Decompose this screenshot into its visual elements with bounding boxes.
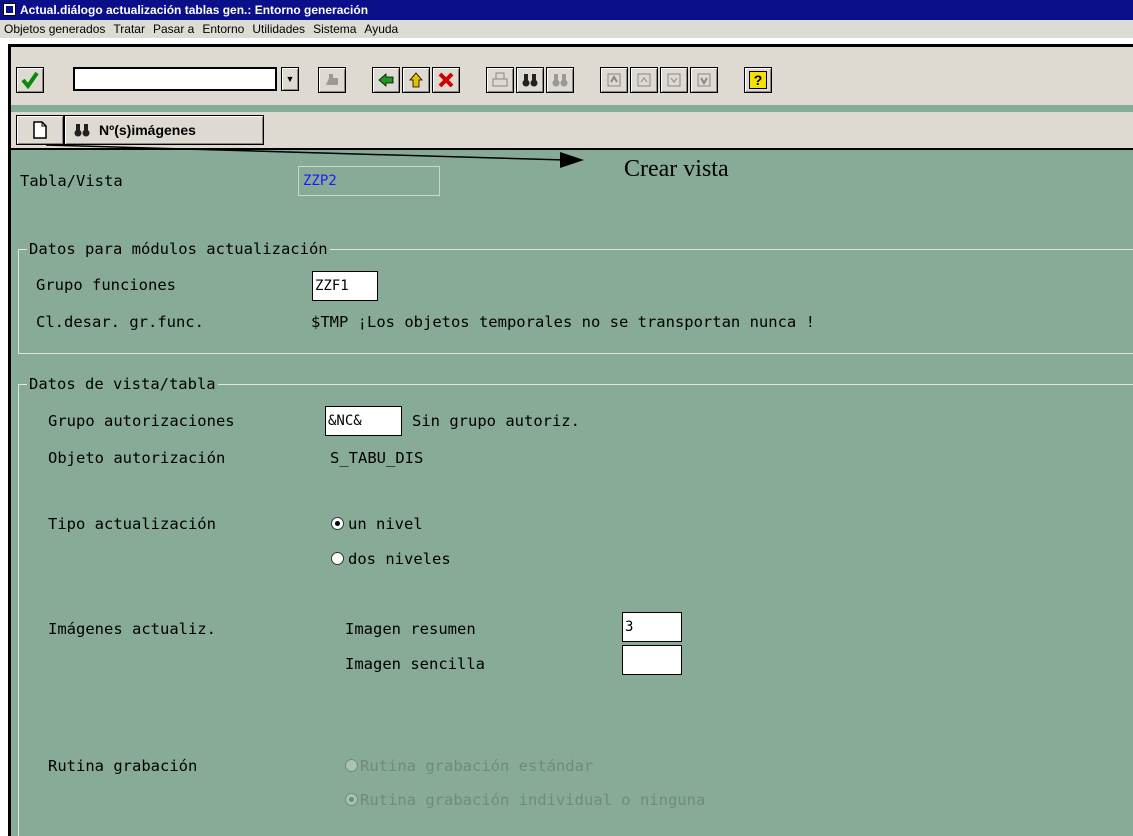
save-routine-label: Rutina grabación xyxy=(48,757,198,775)
devclass-label: Cl.desar. gr.func. xyxy=(36,313,204,331)
modules-group-box xyxy=(18,249,1133,354)
radio-dos-niveles[interactable] xyxy=(331,552,344,565)
screens-label: Imágenes actualiz. xyxy=(48,620,216,638)
function-group-label: Grupo funciones xyxy=(36,276,176,294)
radio-un-nivel[interactable] xyxy=(331,517,344,530)
radio-dos-niveles-label[interactable]: dos niveles xyxy=(348,550,451,568)
radio-routine-individual[interactable] xyxy=(345,793,358,806)
devclass-value: $TMP ¡Los objetos temporales no se trans… xyxy=(311,313,815,331)
screen-single-input[interactable] xyxy=(622,645,682,675)
screen-single-label: Imagen sencilla xyxy=(345,655,485,673)
screen-overview-label: Imagen resumen xyxy=(345,620,476,638)
auth-group-input[interactable]: &NC& xyxy=(325,406,402,436)
modules-group-title: Datos para módulos actualización xyxy=(27,240,330,258)
auth-group-label: Grupo autorizaciones xyxy=(48,412,235,430)
screen-overview-input[interactable]: 3 xyxy=(622,612,682,642)
radio-routine-individual-label[interactable]: Rutina grabación individual o ninguna xyxy=(360,791,705,809)
radio-routine-standard-label[interactable]: Rutina grabación estándar xyxy=(360,757,593,775)
view-group-title: Datos de vista/tabla xyxy=(27,375,218,393)
radio-routine-standard[interactable] xyxy=(345,759,358,772)
auth-group-text: Sin grupo autoriz. xyxy=(412,412,580,430)
auth-object-label: Objeto autorización xyxy=(48,449,226,467)
function-group-input[interactable]: ZZF1 xyxy=(312,271,378,301)
annotation-label: Crear vista xyxy=(624,156,729,182)
radio-un-nivel-label[interactable]: un nivel xyxy=(348,515,423,533)
update-type-label: Tipo actualización xyxy=(48,515,216,533)
auth-object-value: S_TABU_DIS xyxy=(330,449,424,467)
table-view-label: Tabla/Vista xyxy=(20,172,123,190)
table-view-value: ZZP2 xyxy=(298,166,440,196)
